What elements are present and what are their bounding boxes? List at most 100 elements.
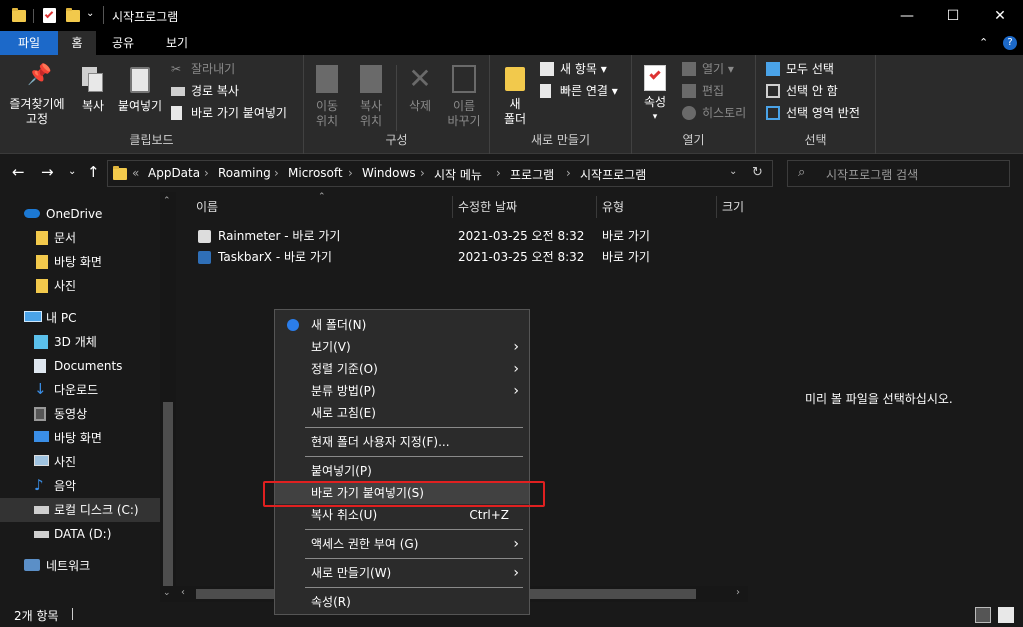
- breadcrumb-start-menu[interactable]: 시작 메뉴: [434, 166, 482, 183]
- menu-item-new-folder[interactable]: 새 폴더(N): [275, 314, 529, 336]
- help-icon[interactable]: ?: [1003, 36, 1017, 50]
- nav-item-pictures[interactable]: 사진: [0, 450, 160, 474]
- nav-item-documents[interactable]: Documents: [0, 354, 160, 378]
- nav-item-documents-onedrive[interactable]: 문서: [0, 226, 160, 250]
- nav-scrollbar[interactable]: ⌃ ⌄: [160, 192, 176, 602]
- nav-item-desktop-onedrive[interactable]: 바탕 화면: [0, 250, 160, 274]
- customize-quick-access-icon[interactable]: ⌄: [86, 8, 94, 19]
- scroll-thumb[interactable]: [163, 402, 173, 586]
- breadcrumb-programs[interactable]: 프로그램: [510, 166, 554, 183]
- scroll-left-icon[interactable]: ‹: [181, 587, 185, 598]
- back-arrow-icon[interactable]: ←: [12, 163, 25, 181]
- nav-item-pictures-onedrive[interactable]: 사진: [0, 274, 160, 298]
- column-header-size[interactable]: 크기: [722, 198, 744, 215]
- address-bar[interactable]: « AppData › Roaming › Microsoft › Window…: [107, 160, 773, 187]
- edit-button[interactable]: 편집: [682, 81, 724, 101]
- preview-message: 미리 볼 파일을 선택하십시오.: [805, 392, 953, 406]
- scroll-right-icon[interactable]: ›: [736, 587, 740, 598]
- select-all-button[interactable]: 모두 선택: [766, 59, 834, 79]
- tab-home[interactable]: 홈: [58, 31, 96, 55]
- file-row[interactable]: Rainmeter - 바로 가기 2021-03-25 오전 8:32 바로 …: [196, 226, 736, 247]
- network-icon: [24, 559, 40, 571]
- copy-button[interactable]: 복사: [74, 67, 112, 114]
- nav-item-videos[interactable]: 동영상: [0, 402, 160, 426]
- address-dropdown-chevron-icon[interactable]: ⌄: [729, 166, 737, 177]
- nav-item-local-disk-c[interactable]: 로컬 디스크 (C:): [0, 498, 160, 522]
- up-arrow-icon[interactable]: ↑: [87, 163, 100, 181]
- search-box[interactable]: ⌕ 시작프로그램 검색: [787, 160, 1010, 187]
- menu-item-paste[interactable]: 붙여넣기(P): [275, 460, 529, 482]
- nav-item-desktop[interactable]: 바탕 화면: [0, 426, 160, 450]
- scissors-icon: ✂: [171, 62, 182, 76]
- nav-item-onedrive[interactable]: OneDrive: [0, 202, 160, 226]
- paste-shortcut-button[interactable]: 바로 가기 붙여넣기: [171, 103, 287, 123]
- column-header-date[interactable]: 수정한 날짜: [458, 198, 517, 215]
- scroll-down-icon[interactable]: ⌄: [163, 588, 171, 598]
- copy-path-button[interactable]: 경로 복사: [171, 81, 239, 101]
- menu-item-sort-by[interactable]: 정렬 기준(O) ›: [275, 358, 529, 380]
- minimize-button[interactable]: —: [884, 0, 930, 31]
- nav-item-3d-objects[interactable]: 3D 개체: [0, 330, 160, 354]
- copy-to-button[interactable]: 복사 위치: [354, 65, 388, 129]
- move-to-button[interactable]: 이동 위치: [310, 65, 344, 129]
- select-none-icon: [766, 84, 780, 98]
- properties-quick-icon[interactable]: [43, 8, 56, 23]
- item-count: 2개 항목: [14, 609, 59, 623]
- menu-item-customize-folder[interactable]: 현재 폴더 사용자 지정(F)...: [275, 431, 529, 453]
- copy-to-icon: [360, 65, 382, 93]
- maximize-button[interactable]: ☐: [930, 0, 976, 31]
- breadcrumb-appdata[interactable]: AppData: [148, 166, 200, 180]
- new-folder-quick-icon[interactable]: [66, 8, 80, 22]
- properties-button[interactable]: 속성 ▾: [640, 65, 670, 125]
- column-header-type[interactable]: 유형: [602, 198, 624, 215]
- large-icons-view-icon[interactable]: [998, 607, 1014, 623]
- tab-view[interactable]: 보기: [152, 31, 202, 55]
- collapse-ribbon-icon[interactable]: ⌃: [979, 36, 988, 49]
- tab-file[interactable]: 파일: [0, 31, 58, 55]
- menu-item-view[interactable]: 보기(V) ›: [275, 336, 529, 358]
- open-button[interactable]: 열기 ▾: [682, 59, 734, 79]
- menu-item-give-access[interactable]: 액세스 권한 부여 (G) ›: [275, 533, 529, 555]
- details-view-icon[interactable]: [975, 607, 991, 623]
- recent-locations-chevron-icon[interactable]: ⌄: [68, 166, 76, 177]
- move-to-icon: [316, 65, 338, 93]
- tab-share[interactable]: 공유: [98, 31, 148, 55]
- breadcrumb-roaming[interactable]: Roaming: [218, 166, 271, 180]
- delete-button[interactable]: ✕ 삭제: [402, 65, 438, 114]
- breadcrumb-startup[interactable]: 시작프로그램: [580, 166, 646, 183]
- history-button[interactable]: 히스토리: [682, 103, 746, 123]
- breadcrumb-windows[interactable]: Windows: [362, 166, 416, 180]
- pin-quick-access-button[interactable]: 📌 즐겨찾기에 고정: [4, 64, 70, 127]
- easy-access-button[interactable]: 빠른 연결 ▾: [540, 81, 618, 101]
- new-folder-button[interactable]: 새 폴더: [500, 67, 530, 127]
- delete-x-icon: ✕: [408, 62, 432, 95]
- refresh-icon[interactable]: ↻: [752, 165, 763, 180]
- menu-item-properties[interactable]: 속성(R): [275, 591, 529, 613]
- close-button[interactable]: ✕: [977, 0, 1023, 31]
- paste-button[interactable]: 붙여넣기: [114, 67, 166, 114]
- nav-item-data-d[interactable]: DATA (D:): [0, 522, 160, 546]
- invert-selection-button[interactable]: 선택 영역 반전: [766, 103, 860, 123]
- nav-item-music[interactable]: ♪ 음악: [0, 474, 160, 498]
- menu-item-new[interactable]: 새로 만들기(W) ›: [275, 562, 529, 584]
- highlight-annotation-box: [263, 481, 545, 507]
- select-none-button[interactable]: 선택 안 함: [766, 81, 838, 101]
- menu-item-refresh[interactable]: 새로 고침(E): [275, 402, 529, 424]
- breadcrumb-microsoft[interactable]: Microsoft: [288, 166, 343, 180]
- open-group-label: 열기: [682, 133, 705, 147]
- forward-arrow-icon[interactable]: →: [41, 163, 54, 181]
- file-row[interactable]: TaskbarX - 바로 가기 2021-03-25 오전 8:32 바로 가…: [196, 247, 736, 268]
- menu-item-group-by[interactable]: 분류 방법(P) ›: [275, 380, 529, 402]
- nav-item-network[interactable]: 네트워크: [0, 554, 160, 578]
- scroll-up-icon[interactable]: ⌃: [163, 196, 171, 206]
- address-overflow[interactable]: «: [132, 166, 139, 180]
- submenu-arrow-icon: ›: [513, 339, 519, 355]
- address-row: ← → ⌄ ↑ « AppData › Roaming › Microsoft …: [0, 154, 1023, 192]
- new-item-button[interactable]: 새 항목 ▾: [540, 59, 607, 79]
- nav-item-this-pc[interactable]: 내 PC: [0, 306, 160, 330]
- column-header-name[interactable]: 이름: [196, 198, 218, 215]
- menu-item-undo-copy[interactable]: 복사 취소(U) Ctrl+Z: [275, 504, 529, 526]
- nav-item-downloads[interactable]: ↓ 다운로드: [0, 378, 160, 402]
- cut-button[interactable]: ✂ 잘라내기: [171, 59, 235, 79]
- rename-button[interactable]: 이름 바꾸기: [444, 65, 484, 129]
